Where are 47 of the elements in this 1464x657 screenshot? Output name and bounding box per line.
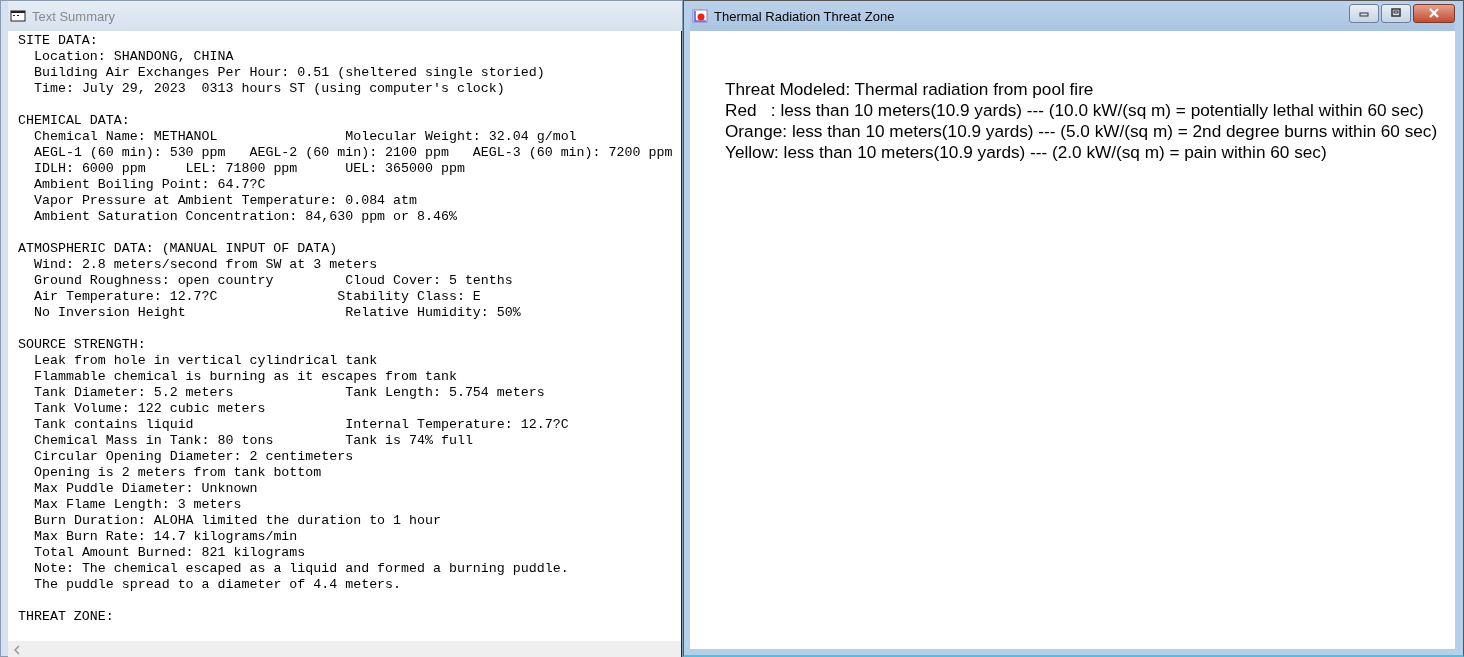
summary-line: Ground Roughness: open country Cloud Cover: 5 tenths [33,273,514,289]
summary-line: Wind: 2.8 meters/second from SW at 3 meters [33,257,379,273]
summary-line: Tank Diameter: 5.2 meters Tank Length: 5.754 meters [33,385,546,401]
section-heading: SITE DATA: [18,33,99,49]
summary-line: AEGL-1 (60 min): 530 ppm AEGL-2 (60 min): 2100 ppm AEGL-3 (60 min): 7200 ppm [33,145,674,161]
horizontal-scrollbar[interactable] [8,641,681,657]
summary-line: Burn Duration: ALOHA limited the duration to 1 hour [33,513,442,529]
section-heading: THREAT ZONE: [18,609,115,625]
summary-line: No Inversion Height Relative Humidity: 50% [33,305,522,321]
summary-line: Air Temperature: 12.7?C Stability Class: E [33,289,482,305]
section-heading: SOURCE STRENGTH: [18,337,147,353]
summary-line: Tank Volume: 122 cubic meters [33,401,267,417]
summary-line: Chemical Mass in Tank: 80 tons Tank is 74% full [33,433,474,449]
maximize-icon [1389,8,1403,18]
threat-line: Red : less than 10 meters(10.9 yards) --- (10.0 kW/(sq m) = potentially lethal within 60 sec) [725,100,1425,121]
summary-line: Tank contains liquid Internal Temperature: 12.7?C [33,417,570,433]
summary-line: Chemical Name: METHANOL Molecular Weight: 32.04 g/mol [33,129,578,145]
summary-line: The puddle spread to a diameter of 4.4 meters. [33,577,403,593]
summary-line: Max Burn Rate: 14.7 kilograms/min [33,529,299,545]
summary-line: Total Amount Burned: 821 kilograms [33,545,307,561]
summary-line: Vapor Pressure at Ambient Temperature: 0.084 atm [33,193,418,209]
threat-line: Orange: less than 10 meters(10.9 yards) --- (5.0 kW/(sq m) = 2nd degree burns within 60 sec) [725,121,1439,142]
minimize-button[interactable] [1349,3,1379,23]
summary-line: Location: SHANDONG, CHINA [33,49,235,65]
summary-line: IDLH: 6000 ppm LEL: 71800 ppm UEL: 365000 ppm [33,161,466,177]
summary-line: Ambient Boiling Point: 64.7?C [33,177,267,193]
threat-line: Threat Modeled: Thermal radiation from pool fire [725,79,1095,100]
window-title: Text Summary [32,8,116,24]
window-title: Thermal Radiation Threat Zone [714,8,895,24]
summary-line: Note: The chemical escaped as a liquid and formed a burning puddle. [33,561,570,577]
threat-line: Yellow: less than 10 meters(10.9 yards) --- (2.0 kW/(sq m) = pain within 60 sec) [725,142,1328,163]
close-button[interactable] [1413,3,1455,23]
section-heading: CHEMICAL DATA: [18,113,131,129]
chart-icon [692,9,708,23]
summary-line: Max Flame Length: 3 meters [33,497,243,513]
summary-line: Opening is 2 meters from tank bottom [33,465,323,481]
summary-line: Ambient Saturation Concentration: 84,630 ppm or 8.46% [33,209,458,225]
summary-line: Flammable chemical is burning as it escapes from tank [33,369,458,385]
summary-line: Leak from hole in vertical cylindrical tank [33,353,379,369]
summary-line: Circular Opening Diameter: 2 centimeters [33,449,355,465]
maximize-button[interactable] [1381,3,1411,23]
section-heading: ATMOSPHERIC DATA: (MANUAL INPUT OF DATA) [18,241,339,257]
summary-line: Time: July 29, 2023 0313 hours ST (using computer's clock) [33,81,506,97]
summary-line: Building Air Exchanges Per Hour: 0.51 (sheltered single storied) [33,65,546,81]
close-icon [1426,8,1442,18]
summary-line: Max Puddle Diameter: Unknown [33,481,259,497]
window-icon [10,9,26,23]
